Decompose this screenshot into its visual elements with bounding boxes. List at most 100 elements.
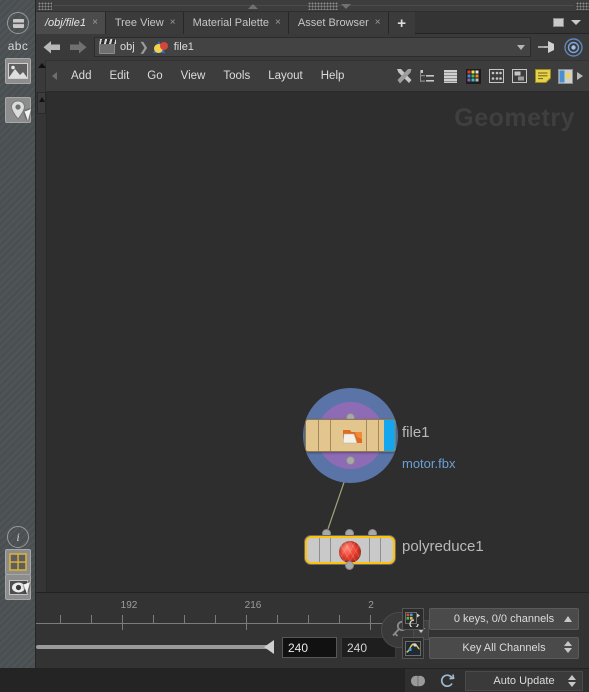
- arrow-right-icon: [70, 40, 87, 53]
- menu-edit[interactable]: Edit: [100, 70, 138, 82]
- breadcrumb-file1-label: file1: [173, 41, 194, 53]
- channel-list-icon[interactable]: [402, 608, 424, 630]
- node-output-connector[interactable]: [346, 456, 355, 465]
- drag-dots-center[interactable]: [308, 2, 338, 10]
- menu-add[interactable]: Add: [62, 70, 100, 82]
- image-icon[interactable]: [5, 58, 31, 84]
- key-mode-spinner-icon[interactable]: [564, 641, 572, 653]
- target-icon[interactable]: [563, 37, 583, 57]
- grid-layout-icon-glyph: [9, 553, 27, 571]
- more-arrow-icon[interactable]: [577, 72, 583, 80]
- node-polyreduce1[interactable]: [303, 529, 397, 570]
- eye-view-icon[interactable]: [5, 574, 31, 600]
- menu-layout[interactable]: Layout: [259, 70, 312, 82]
- playhead-handle[interactable]: [264, 640, 274, 654]
- pane-menu-caret-icon[interactable]: [571, 20, 581, 25]
- folder-file-icon: [342, 426, 363, 445]
- info-icon-glyph: i: [16, 529, 20, 544]
- cook-brain-icon[interactable]: [407, 672, 429, 690]
- network-editor[interactable]: Geometry file1 motor.fbx polyreduce1: [36, 92, 589, 592]
- color-palette-icon[interactable]: [462, 64, 485, 88]
- tab-obj-file1[interactable]: /obj/file1 ×: [36, 12, 106, 34]
- network-left-rail[interactable]: [36, 92, 47, 592]
- tab-asset-browser[interactable]: Asset Browser ×: [288, 12, 389, 34]
- add-tab-button[interactable]: +: [388, 12, 415, 34]
- tree-list-icon[interactable]: [416, 64, 439, 88]
- pin-icon-glyph: [538, 41, 554, 53]
- breadcrumb-obj[interactable]: obj: [99, 38, 135, 54]
- panel-icon[interactable]: [5, 10, 31, 36]
- tab-close-icon[interactable]: ×: [275, 18, 281, 28]
- geometry-venn-icon: [152, 40, 169, 54]
- main-panel: /obj/file1 × Tree View × Material Palett…: [36, 0, 589, 692]
- channels-summary-field[interactable]: 0 keys, 0/0 channels: [429, 608, 579, 630]
- pin-marker-icon[interactable]: [5, 97, 31, 123]
- layers-icon[interactable]: [439, 64, 462, 88]
- path-dropdown-caret-icon[interactable]: [517, 44, 525, 50]
- tab-close-icon[interactable]: ×: [170, 18, 176, 28]
- network-context-watermark: Geometry: [454, 104, 575, 132]
- tab-close-icon[interactable]: ×: [375, 18, 381, 28]
- pin-icon[interactable]: [537, 37, 557, 57]
- panel-icon-glyph: [12, 18, 24, 28]
- split-down-icon[interactable]: [341, 4, 351, 9]
- menu-collapse-arrow[interactable]: [46, 60, 62, 92]
- node-file1-sublabel: motor.fbx: [402, 456, 456, 471]
- tab-close-icon[interactable]: ×: [92, 18, 98, 28]
- node-body[interactable]: [305, 419, 396, 452]
- tab-bar-controls: [553, 12, 589, 33]
- drag-dots-right[interactable]: [576, 2, 589, 10]
- notes-icon[interactable]: [531, 64, 554, 88]
- refresh-icon[interactable]: [437, 672, 457, 690]
- info-icon[interactable]: i: [5, 524, 31, 550]
- menu-drag-handle[interactable]: [36, 60, 46, 92]
- notes-icon-glyph: [534, 69, 551, 83]
- tab-material-palette[interactable]: Material Palette ×: [183, 12, 289, 34]
- node-output-connector[interactable]: [345, 561, 354, 570]
- image-card-icon[interactable]: [554, 64, 577, 88]
- dots-grid-icon[interactable]: [485, 64, 508, 88]
- animation-curve-icon-glyph: [405, 640, 421, 656]
- node-display-flag[interactable]: [384, 420, 395, 451]
- status-bar-message-area: [0, 669, 405, 692]
- menu-go[interactable]: Go: [138, 70, 171, 82]
- channels-expand-icon[interactable]: [564, 616, 572, 622]
- split-up-icon[interactable]: [248, 4, 258, 9]
- tools-wrench-icon-glyph: [397, 68, 412, 83]
- breadcrumb-separator: ❯: [138, 40, 149, 54]
- update-mode-label: Auto Update: [493, 674, 555, 687]
- drag-dots-left[interactable]: [38, 2, 52, 10]
- menu-tools[interactable]: Tools: [214, 70, 259, 82]
- key-mode-field[interactable]: Key All Channels: [429, 637, 579, 659]
- playback-scrub-bar[interactable]: [36, 645, 273, 649]
- menu-view[interactable]: View: [172, 70, 215, 82]
- update-mode-spinner-icon[interactable]: [568, 674, 576, 687]
- node-file1-label: file1: [402, 424, 430, 441]
- breadcrumb-file1[interactable]: file1: [152, 40, 194, 54]
- pin-marker-icon-glyph: [10, 100, 26, 120]
- clapperboard-icon: [99, 38, 116, 54]
- key-mode-label: Key All Channels: [462, 642, 546, 654]
- node-file1[interactable]: [303, 388, 398, 483]
- nav-forward-button[interactable]: [68, 38, 88, 56]
- snapshot-icon[interactable]: [508, 64, 531, 88]
- grid-layout-icon[interactable]: [5, 549, 31, 575]
- menu-help[interactable]: Help: [312, 70, 354, 82]
- houdini-window: abc i /obj/file1 × Tree View × Material …: [0, 0, 589, 692]
- network-menu-bar: Add Edit Go View Tools Layout Help: [36, 60, 589, 92]
- tab-tree-view[interactable]: Tree View ×: [105, 12, 184, 34]
- panel-drag-strip[interactable]: [36, 0, 589, 12]
- key-mode-row: Key All Channels: [402, 637, 579, 659]
- update-mode-field[interactable]: Auto Update: [465, 670, 583, 691]
- animation-curve-icon[interactable]: [402, 637, 424, 659]
- path-input[interactable]: obj ❯ file1: [94, 37, 531, 57]
- current-frame-field[interactable]: 240: [282, 637, 337, 658]
- timeline-ruler[interactable]: 192 216 2: [36, 593, 436, 635]
- network-rail-knob[interactable]: [37, 92, 46, 114]
- tools-wrench-icon[interactable]: [393, 64, 416, 88]
- maximize-pane-icon[interactable]: [553, 18, 564, 27]
- nav-back-button[interactable]: [42, 38, 62, 56]
- tab-label: Material Palette: [192, 17, 270, 29]
- node-body[interactable]: [305, 536, 395, 564]
- arrow-left-icon: [43, 40, 60, 53]
